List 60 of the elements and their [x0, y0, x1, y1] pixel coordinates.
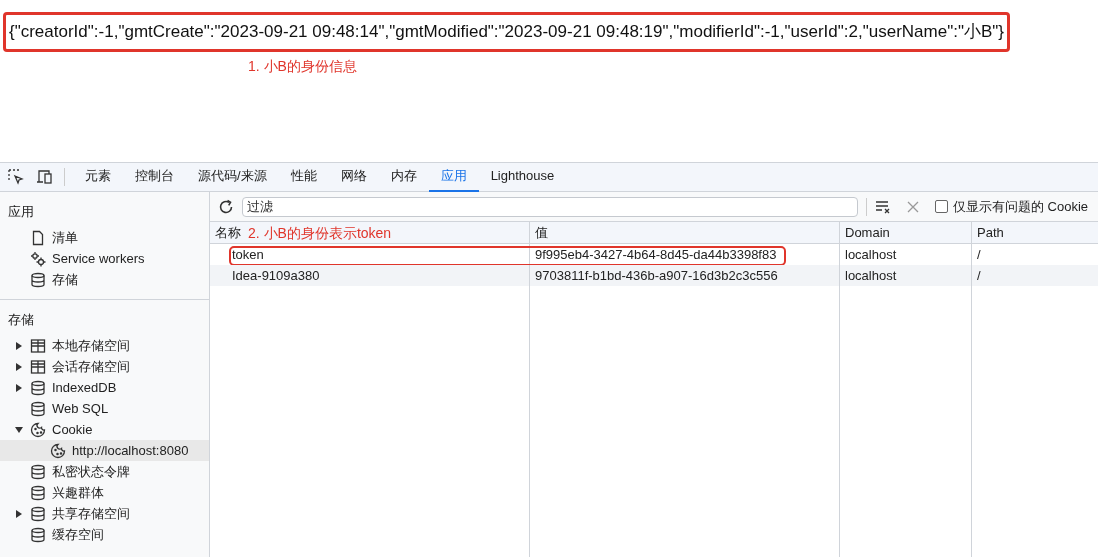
table-icon: [30, 358, 46, 375]
cookie-icon: [50, 442, 66, 459]
collapsed-arrow-icon[interactable]: [15, 341, 23, 350]
expanded-arrow-icon[interactable]: [15, 425, 23, 434]
table-icon: [30, 337, 46, 354]
collapsed-arrow-icon[interactable]: [15, 383, 23, 392]
close-icon[interactable]: [907, 200, 919, 213]
tree-item[interactable]: 本地存储空间: [0, 335, 209, 356]
column-header[interactable]: Domain: [840, 222, 972, 243]
table-cell: 9703811f-b1bd-436b-a907-16d3b2c3c556: [530, 265, 840, 286]
database-icon: [30, 272, 46, 288]
issues-only-checkbox[interactable]: [935, 200, 948, 213]
table-cell-text: /: [976, 245, 982, 264]
table-row[interactable]: Idea-9109a380 9703811f-b1bd-436b-a907-16d3b2c3c556 localhost /: [210, 265, 1098, 286]
cookie-icon: [30, 421, 46, 438]
clear-filter-icon[interactable]: [875, 199, 891, 214]
devtools-tab[interactable]: 元素: [73, 162, 123, 192]
collapsed-arrow-icon[interactable]: [15, 362, 23, 371]
column-header[interactable]: Path: [972, 222, 1098, 243]
database-icon: [30, 463, 46, 480]
collapsed-arrow-icon[interactable]: [15, 509, 23, 518]
annotation-text: 1. 小B的身份信息: [248, 56, 357, 76]
table-cell: Idea-9109a380: [210, 265, 530, 286]
section-header: 应用: [7, 203, 35, 221]
gears-icon: [30, 251, 46, 267]
annotation-text: 2. 小B的身份表示token: [248, 224, 392, 243]
database-icon: [30, 400, 46, 417]
database-icon: [30, 379, 46, 396]
devtools-tab[interactable]: 性能: [278, 162, 329, 192]
devtools-tab[interactable]: 内存: [378, 162, 429, 192]
tree-item[interactable]: Service workers: [0, 248, 209, 270]
issues-only-label: 仅显示有问题的 Cookie: [953, 197, 1089, 216]
tree-item[interactable]: 会话存储空间: [0, 356, 209, 377]
devtools-tab[interactable]: 控制台: [123, 162, 186, 192]
devtools-tab[interactable]: Lighthouse: [478, 162, 567, 192]
device-toolbar-icon[interactable]: [36, 169, 54, 185]
inspect-icon[interactable]: [8, 169, 24, 185]
tree-item[interactable]: 缓存空间: [0, 524, 209, 545]
database-icon: [30, 526, 46, 543]
tree-item[interactable]: 共享存储空间: [0, 503, 209, 524]
table-cell: localhost: [840, 265, 972, 286]
devtools-tab[interactable]: 网络: [328, 162, 379, 192]
json-response-text: {"creatorId":-1,"gmtCreate":"2023-09-21 09:48:14","gmtModified":"2023-09-21 09:48:19","modifierId":-1,"userId":2,"userName":"小B"}: [3, 12, 1011, 52]
tree-item[interactable]: 存储: [0, 269, 209, 291]
database-icon: [30, 484, 46, 501]
tree-item[interactable]: 清单: [0, 227, 209, 249]
refresh-icon[interactable]: [218, 198, 234, 215]
database-icon: [30, 505, 46, 522]
table-cell-text: /: [976, 266, 982, 285]
tree-item[interactable]: http://localhost:8080: [0, 440, 209, 461]
file-icon: [30, 230, 46, 246]
devtools-tab[interactable]: 源代码/来源: [186, 162, 279, 192]
filter-field[interactable]: 过滤: [242, 196, 858, 217]
tree-item[interactable]: Cookie: [0, 419, 209, 440]
tree-item[interactable]: IndexedDB: [0, 377, 209, 398]
tree-item[interactable]: 兴趣群体: [0, 482, 209, 503]
tree-item[interactable]: Web SQL: [0, 398, 209, 419]
section-header: 存储: [7, 310, 35, 329]
tree-item[interactable]: 私密状态令牌: [0, 461, 209, 482]
column-header[interactable]: 值: [530, 222, 840, 243]
